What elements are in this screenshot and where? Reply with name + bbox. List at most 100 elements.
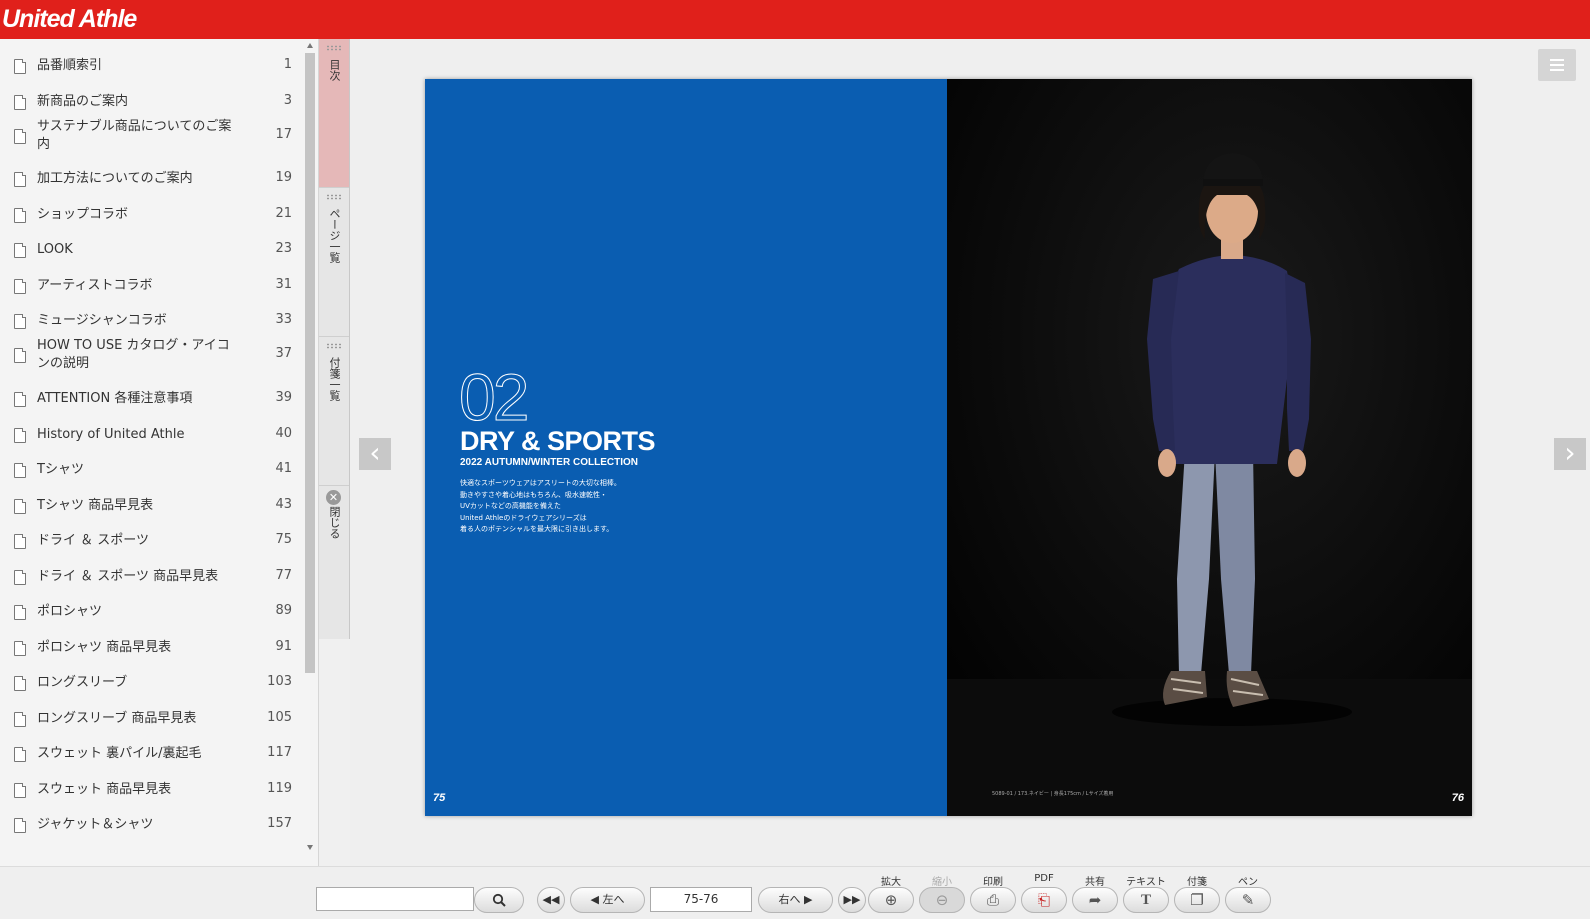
page-number-field[interactable]: 75-76: [650, 887, 752, 912]
toc-item[interactable]: ATTENTION 各種注意事項 39: [0, 387, 300, 411]
model-caption: 5089-01 / 173.ネイビー | 身長175cm / Lサイズ着用: [992, 791, 1114, 797]
toc-item[interactable]: ロングスリーブ 103: [0, 671, 300, 695]
toc-item[interactable]: Tシャツ 41: [0, 458, 300, 482]
right-page[interactable]: 5089-01 / 173.ネイビー | 身長175cm / Lサイズ着用 76: [947, 79, 1472, 816]
page-icon: [14, 746, 26, 762]
page-icon: [14, 640, 26, 656]
toc-item-label: スウェット 商品早見表: [37, 782, 172, 797]
toc-item[interactable]: スウェット 裏パイル/裏起毛 117: [0, 742, 300, 766]
toc-item-label: ポロシャツ: [37, 604, 103, 619]
section-body: 快適なスポーツウェアはアスリートの大切な相棒。 動きやすさや着心地はもちろん、吸…: [460, 478, 700, 536]
sticky-note-button[interactable]: ❐: [1174, 887, 1220, 913]
tab-close-label: 閉じる: [328, 506, 341, 539]
zoom-out-label: 縮小: [932, 877, 952, 888]
share-button[interactable]: ➦: [1072, 887, 1118, 913]
toc-item[interactable]: 品番順索引 1: [0, 54, 300, 78]
pdf-button[interactable]: ⎗: [1021, 887, 1067, 913]
print-button[interactable]: ⎙: [970, 887, 1016, 913]
page-icon: [14, 498, 26, 514]
toc-item-label: ロングスリーブ: [37, 675, 128, 690]
toc-item[interactable]: ドライ ＆ スポーツ 商品早見表 77: [0, 565, 300, 589]
toc-item[interactable]: 加工方法についてのご案内 19: [0, 167, 300, 191]
zoom-in-label: 拡大: [881, 877, 901, 888]
toc-item[interactable]: LOOK 23: [0, 238, 300, 262]
double-left-arrow-icon: ◀◀: [542, 893, 560, 906]
page-icon: [14, 207, 26, 223]
toc-item-page: 37: [275, 346, 292, 361]
zoom-in-button[interactable]: ⊕: [868, 887, 914, 913]
toc-item-page: 105: [267, 710, 292, 725]
tab-close[interactable]: ✕ 閉じる: [319, 486, 349, 638]
toc-item[interactable]: ドライ ＆ スポーツ 75: [0, 529, 300, 553]
left-page[interactable]: 02 DRY & SPORTS 2022 AUTUMN/WINTER COLLE…: [425, 79, 947, 816]
body-line: 着る人のポテンシャルを最大限に引き出します。: [460, 525, 614, 533]
toc-item-page: 3: [283, 93, 292, 108]
toc-item-label: ロングスリーブ 商品早見表: [37, 711, 197, 726]
body-line: 快適なスポーツウェアはアスリートの大切な相棒。: [460, 479, 621, 487]
double-right-arrow-icon: ▶▶: [843, 893, 861, 906]
toc-item-label: 新商品のご案内: [37, 94, 129, 109]
body-line: UVカットなどの高機能を備えた: [460, 502, 561, 510]
right-page-number: 76: [1451, 792, 1464, 804]
top-bar: United Athle: [0, 0, 1590, 39]
tab-page-list[interactable]: ページ一覧: [319, 188, 349, 337]
toc-item-label: ミュージシャンコラボ: [37, 313, 167, 328]
toc-item[interactable]: スウェット 商品早見表 119: [0, 778, 300, 802]
toc-item[interactable]: アーティストコラボ 31: [0, 274, 300, 298]
menu-icon: [1550, 69, 1564, 71]
toc-item-page: 75: [275, 532, 292, 547]
page-icon: [14, 391, 26, 407]
left-page-number: 75: [433, 792, 446, 804]
toc-item-label: ATTENTION 各種注意事項: [37, 391, 193, 406]
toc-item[interactable]: サステナブル商品についてのご案内 17: [0, 118, 300, 154]
pen-button[interactable]: ✎: [1225, 887, 1271, 913]
text-button[interactable]: T: [1123, 887, 1169, 913]
tab-note-list[interactable]: 付箋一覧: [319, 337, 349, 486]
toc-item[interactable]: HOW TO USE カタログ・アイコンの説明 37: [0, 337, 300, 373]
page-spread[interactable]: 02 DRY & SPORTS 2022 AUTUMN/WINTER COLLE…: [425, 79, 1472, 816]
pen-label: ペン: [1238, 877, 1258, 888]
next-page-button[interactable]: 右へ ▶: [758, 887, 833, 913]
toc-scrollbar[interactable]: [304, 39, 316, 866]
left-arrow-icon: ◀: [590, 893, 599, 906]
previous-page-arrow-icon[interactable]: ‹: [359, 438, 391, 470]
text-t-icon: T: [1140, 892, 1151, 908]
hamburger-menu-button[interactable]: [1538, 49, 1576, 81]
toc-item[interactable]: ポロシャツ 89: [0, 600, 300, 624]
toc-item[interactable]: ショップコラボ 21: [0, 203, 300, 227]
side-tabs: 目次 ページ一覧 付箋一覧 ✕ 閉じる: [319, 39, 350, 639]
tab-toc[interactable]: 目次: [319, 39, 349, 188]
toc-item-page: 91: [275, 639, 292, 654]
page-icon: [14, 171, 26, 187]
scroll-down-arrow-icon[interactable]: [307, 845, 313, 850]
toc-item[interactable]: ロングスリーブ 商品早見表 105: [0, 707, 300, 731]
section-subtitle: 2022 AUTUMN/WINTER COLLECTION: [460, 457, 638, 468]
search-input[interactable]: [316, 887, 474, 911]
print-label: 印刷: [983, 877, 1003, 888]
body-line: 動きやすさや着心地はもちろん、吸水速乾性・: [460, 490, 607, 499]
toc-item-page: 17: [275, 127, 292, 142]
first-page-button[interactable]: ◀◀: [537, 887, 565, 913]
prev-page-label: 左へ: [602, 893, 625, 906]
toc-item[interactable]: ミュージシャンコラボ 33: [0, 309, 300, 333]
toc-item[interactable]: History of United Athle 40: [0, 423, 300, 447]
brand-logo[interactable]: United Athle: [2, 3, 137, 35]
page-icon: [14, 313, 26, 329]
page-icon: [14, 675, 26, 691]
scroll-up-arrow-icon[interactable]: [307, 43, 313, 48]
toc-item[interactable]: ポロシャツ 商品早見表 91: [0, 636, 300, 660]
toc-item-page: 31: [275, 277, 292, 292]
toc-item-label: ポロシャツ 商品早見表: [37, 640, 172, 655]
next-page-arrow-icon[interactable]: ›: [1554, 438, 1586, 470]
toc-item-page: 39: [275, 390, 292, 405]
scrollbar-thumb[interactable]: [305, 53, 315, 673]
toc-item[interactable]: 新商品のご案内 3: [0, 90, 300, 114]
zoom-out-button[interactable]: ⊖: [919, 887, 965, 913]
grip-icon: [326, 194, 342, 200]
last-page-button[interactable]: ▶▶: [838, 887, 866, 913]
toc-item[interactable]: Tシャツ 商品早見表 43: [0, 494, 300, 518]
toc-item[interactable]: ジャケット＆シャツ 157: [0, 813, 300, 837]
toc-item-page: 33: [275, 312, 292, 327]
search-button[interactable]: [474, 887, 524, 913]
prev-page-button[interactable]: ◀ 左へ: [570, 887, 645, 913]
